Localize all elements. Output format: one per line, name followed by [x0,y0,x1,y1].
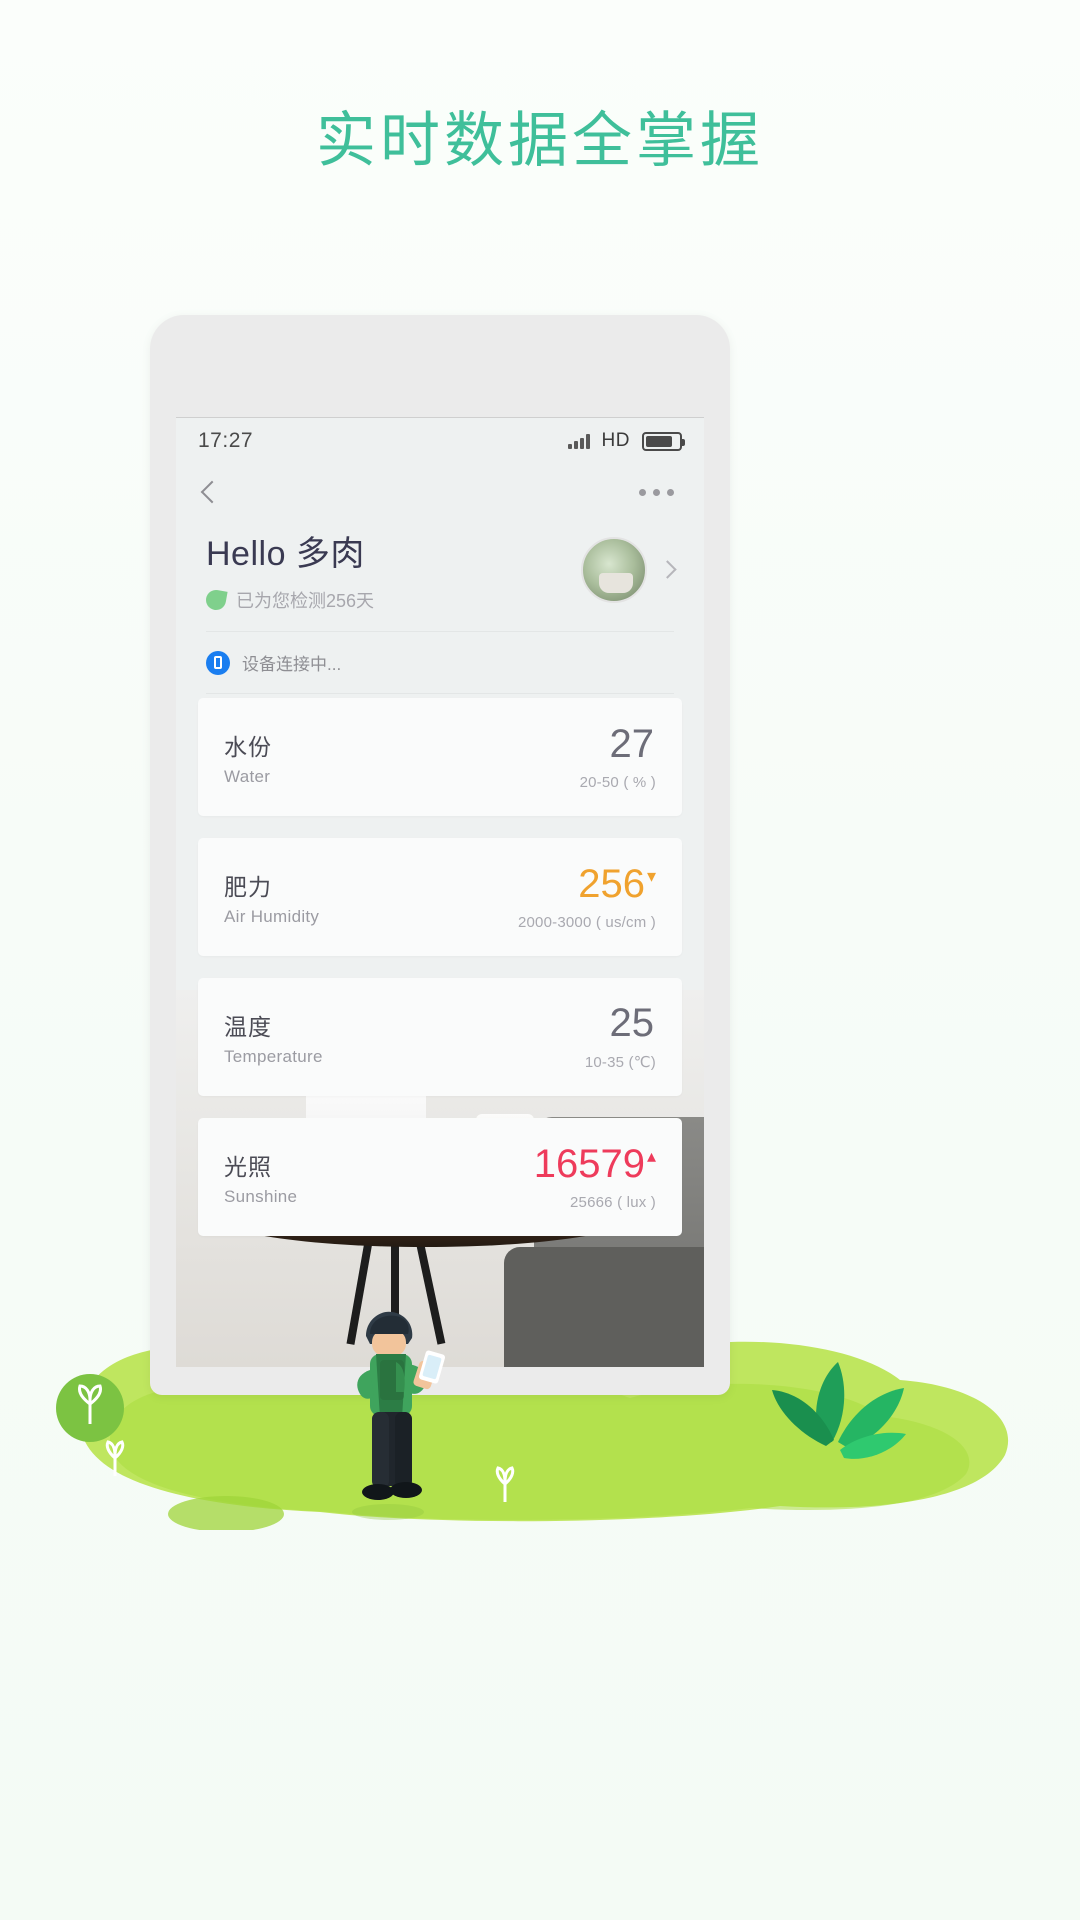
chevron-right-icon[interactable] [658,560,677,579]
leaf-icon [204,588,228,612]
bluetooth-device-icon [206,650,230,675]
network-label: HD [601,430,630,451]
card-title-en: Air Humidity [224,906,320,926]
card-title-cn: 光照 [224,1153,272,1180]
more-options-icon[interactable] [639,488,680,496]
back-chevron-icon[interactable] [200,480,224,504]
sensor-card-sunshine[interactable]: 光照 Sunshine 16579 ▴ 25666 ( lux ) [198,1118,682,1236]
greeting-title: Hello 多肉 [206,535,365,573]
trend-up-icon: ▴ [646,1146,656,1167]
card-title-cn: 温度 [224,1013,272,1040]
card-range: 20-50 ( % ) [579,773,656,791]
card-title-en: Temperature [224,1046,323,1066]
sensor-card-list: 水份 Water 27 20-50 ( % ) 肥力 Air Humidity … [176,698,704,1236]
battery-icon [642,431,685,451]
card-title-cn: 水份 [224,733,272,760]
signal-bars-icon [567,433,590,449]
sensor-card-fertility[interactable]: 肥力 Air Humidity 256 ▾ 2000-3000 ( us/cm ) [198,838,682,956]
sensor-card-temperature[interactable]: 温度 Temperature 25 10-35 (℃) [198,978,682,1096]
card-title-en: Sunshine [224,1186,298,1206]
monitor-days-row: 已为您检测256天 [204,587,375,613]
sensor-card-water[interactable]: 水份 Water 27 20-50 ( % ) [198,698,682,816]
divider [206,693,674,694]
card-title-cn: 肥力 [224,873,272,900]
card-title-en: Water [224,766,271,786]
card-value: 256 ▾ [578,861,656,906]
card-value: 25 [609,1001,655,1045]
avatar[interactable] [581,536,647,603]
card-range: 2000-3000 ( us/cm ) [517,913,656,931]
app-nav-bar [176,464,704,520]
card-value: 27 [609,721,655,766]
device-connection-row[interactable]: 设备连接中... [176,632,704,693]
phone-device: 17:27 HD Hello 多肉 已为您检测256天 设备连接中... 水份 … [150,315,730,1395]
connection-status-label: 设备连接中... [242,655,342,674]
card-value: 16579 ▴ [533,1141,656,1186]
status-bar: 17:27 HD [176,418,704,464]
phone-screen: 17:27 HD Hello 多肉 已为您检测256天 设备连接中... 水份 … [176,417,704,1367]
trend-down-icon: ▾ [646,866,656,887]
plant-header: Hello 多肉 已为您检测256天 [176,520,704,631]
monitor-days-label: 已为您检测256天 [236,591,375,611]
card-range: 10-35 (℃) [584,1054,656,1071]
card-range: 25666 ( lux ) [570,1193,656,1211]
page-title: 实时数据全掌握 [316,107,764,174]
status-time: 17:27 [198,429,254,452]
person-with-phone-illustration [352,1311,446,1520]
